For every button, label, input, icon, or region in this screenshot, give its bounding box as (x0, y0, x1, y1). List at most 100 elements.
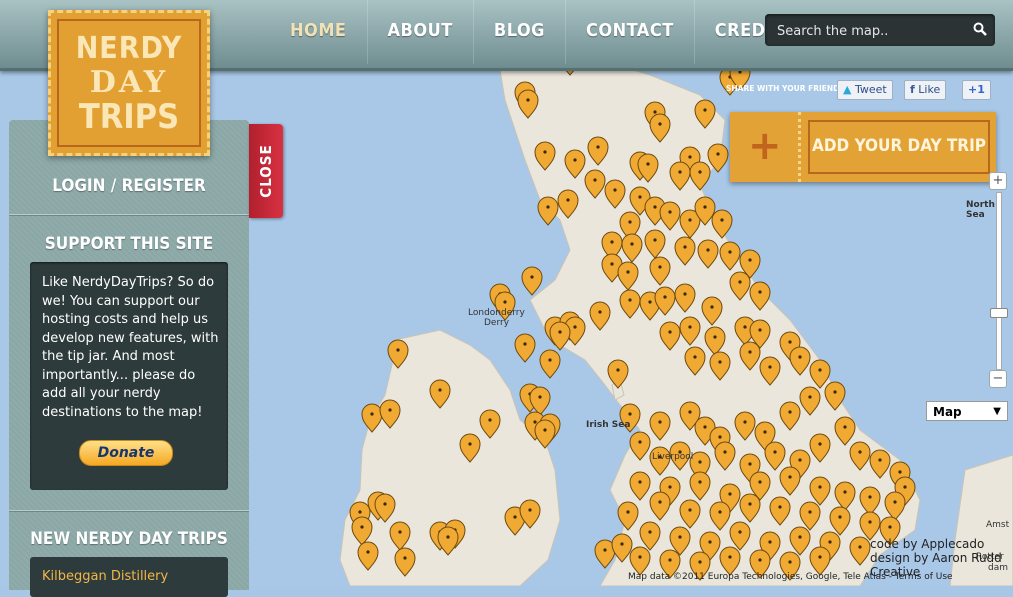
map-pin-icon[interactable] (529, 386, 551, 416)
google-plus-one-button[interactable]: +1 (962, 80, 991, 100)
facebook-like-button[interactable]: f Like (904, 80, 947, 100)
credit-code: code by Applecado (870, 537, 985, 551)
map-pin-dot (648, 530, 652, 534)
close-label: CLOSE (257, 144, 275, 198)
map-pin-dot (653, 205, 657, 209)
map-pin-dot (628, 298, 632, 302)
map-pin-dot (658, 265, 662, 269)
map-pin-dot (668, 330, 672, 334)
close-sidebar-tab[interactable]: CLOSE (249, 124, 283, 218)
map-pin-dot (833, 390, 837, 394)
map-pin-dot (743, 420, 747, 424)
map-pin-dot (818, 485, 822, 489)
zoom-slider-track[interactable] (996, 192, 1002, 370)
support-box: Like NerdyDayTrips? So do we! You can su… (30, 262, 228, 490)
site-logo[interactable]: NERDY DAY TRIPS (48, 10, 210, 156)
map-pin-dot (818, 555, 822, 559)
map-pin-dot (728, 492, 732, 496)
map-pin-dot (798, 355, 802, 359)
map-type-select[interactable]: Map ▼ (926, 401, 1008, 421)
main-nav: HOME ABOUT BLOG CONTACT CREDITS (270, 0, 816, 64)
map-pin-icon[interactable] (521, 266, 543, 296)
map-pin-dot (728, 250, 732, 254)
map-copyright: Map data ©2011 Europa Technologies, Goog… (628, 572, 953, 582)
map-pin-dot (403, 556, 407, 560)
map-pin-dot (468, 442, 472, 446)
ticket-stub: + (730, 112, 801, 182)
zoom-in-button[interactable]: + (989, 172, 1007, 190)
map-pin-icon[interactable] (539, 349, 561, 379)
map-pin-dot (716, 152, 720, 156)
map-pin-dot (630, 242, 634, 246)
zoom-out-button[interactable]: − (989, 370, 1007, 388)
map-pin-dot (526, 98, 530, 102)
map-pin-dot (370, 412, 374, 416)
add-trip-label: ADD YOUR DAY TRIP (812, 136, 986, 156)
map-pin-dot (788, 475, 792, 479)
map-pin-dot (638, 195, 642, 199)
map-pin-dot (868, 495, 872, 499)
new-trips-title: NEW NERDY DAY TRIPS (30, 529, 228, 549)
map-pin-dot (683, 245, 687, 249)
map-pin-dot (718, 360, 722, 364)
map-pin-dot (573, 158, 577, 162)
map-pin-dot (638, 555, 642, 559)
map-pin-dot (693, 355, 697, 359)
map-pin-dot (858, 450, 862, 454)
zoom-slider-handle[interactable] (990, 308, 1008, 318)
map-pin-dot (763, 430, 767, 434)
list-item[interactable]: Kilbeggan Distillery (42, 569, 168, 584)
map-pin-dot (620, 542, 624, 546)
map-pin-dot (898, 470, 902, 474)
map-pin-dot (683, 292, 687, 296)
map-pin-dot (843, 425, 847, 429)
sidebar-divider (9, 510, 249, 512)
zoom-control: + − (989, 172, 1008, 392)
map-pin-dot (808, 395, 812, 399)
search-input[interactable] (775, 20, 969, 42)
map-pin-dot (503, 300, 507, 304)
map-label-derry: Derry (484, 318, 510, 328)
map-pin-dot (616, 368, 620, 372)
search-box (765, 14, 995, 46)
sidebar: LOGIN / REGISTER SUPPORT THIS SITE Like … (9, 120, 249, 597)
donate-button[interactable]: Donate (79, 440, 173, 466)
nav-home[interactable]: HOME (270, 0, 368, 64)
map-pin-dot (688, 325, 692, 329)
map-pin-dot (638, 480, 642, 484)
map-pin-dot (788, 410, 792, 414)
map-pin-dot (738, 280, 742, 284)
add-day-trip-button[interactable]: + ADD YOUR DAY TRIP (730, 112, 996, 182)
map-pin-dot (728, 555, 732, 559)
nav-about[interactable]: ABOUT (368, 0, 474, 64)
logo-line-2: DAY (89, 65, 169, 100)
map-pin-dot (688, 508, 692, 512)
map-pin-dot (396, 348, 400, 352)
login-register-link[interactable]: LOGIN / REGISTER (9, 176, 249, 196)
map-pin-dot (748, 258, 752, 262)
map-pin-icon[interactable] (514, 333, 536, 363)
search-icon[interactable] (973, 22, 987, 36)
map-pin-dot (513, 515, 517, 519)
nav-blog[interactable]: BLOG (474, 0, 566, 64)
map-pin-dot (710, 305, 714, 309)
map-pin-dot (596, 145, 600, 149)
tweet-label: Tweet (854, 83, 887, 96)
map-pin-dot (718, 435, 722, 439)
map-pin-icon[interactable] (537, 196, 559, 226)
map-pin-dot (533, 420, 537, 424)
map-pin-dot (646, 162, 650, 166)
map-pin-dot (778, 505, 782, 509)
tweet-button[interactable]: ▲ Tweet (837, 80, 893, 100)
map-pin-dot (718, 510, 722, 514)
facebook-icon: f (910, 83, 915, 96)
map-pin-dot (768, 365, 772, 369)
map-label-londonderry: Londonderry (468, 308, 525, 318)
map-pin-dot (653, 238, 657, 242)
nav-contact[interactable]: CONTACT (566, 0, 695, 64)
map-pin-dot (543, 428, 547, 432)
map-pin-dot (530, 275, 534, 279)
logo-line-1: NERDY (75, 31, 183, 66)
map-pin-dot (388, 408, 392, 412)
map-pin-dot (523, 342, 527, 346)
